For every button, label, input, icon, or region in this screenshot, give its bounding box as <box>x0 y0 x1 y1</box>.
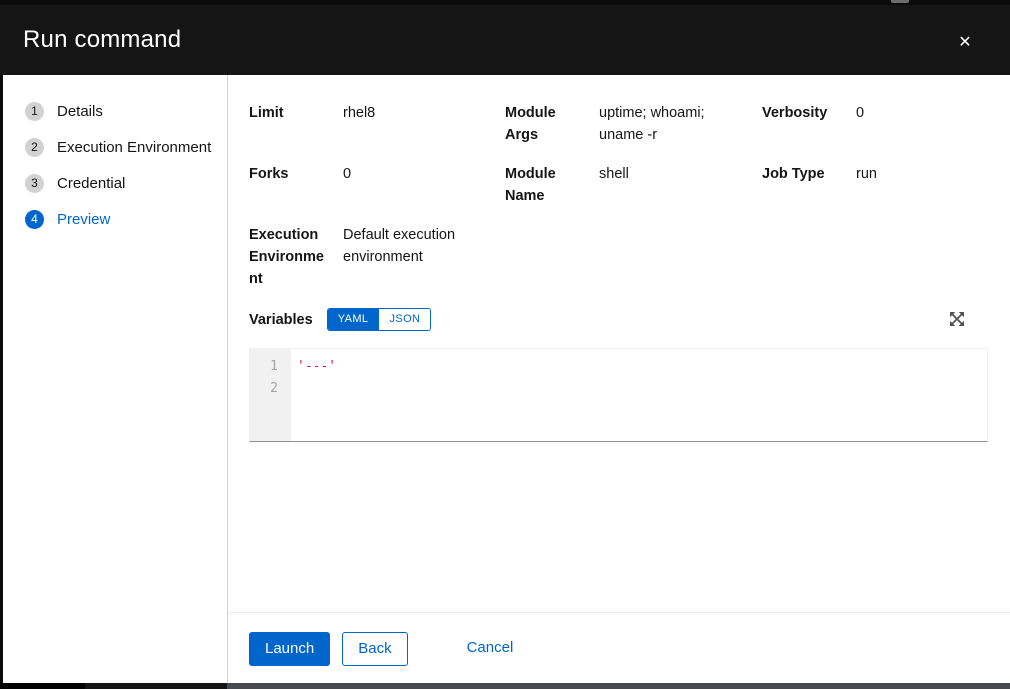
expand-arrows-icon[interactable] <box>948 311 966 329</box>
cancel-button[interactable]: Cancel <box>465 632 516 664</box>
wizard-content-column: Limit rhel8 Module Args uptime; whoami; … <box>228 75 1010 683</box>
wizard-step-execution-environment[interactable]: 2 Execution Environment <box>3 129 227 165</box>
detail-job-type: Job Type run <box>762 163 988 207</box>
step-label: Preview <box>57 211 110 228</box>
detail-label: Module Name <box>505 163 583 207</box>
preview-step-content: Limit rhel8 Module Args uptime; whoami; … <box>228 75 1010 612</box>
step-label: Execution Environment <box>57 139 211 156</box>
modal-body: 1 Details 2 Execution Environment 3 Cred… <box>3 75 1010 683</box>
wizard-step-details[interactable]: 1 Details <box>3 93 227 129</box>
close-icon[interactable]: ✕ <box>950 27 980 57</box>
detail-module-args: Module Args uptime; whoami; uname -r <box>505 102 762 146</box>
step-label: Details <box>57 103 103 120</box>
editor-line-number-gutter: 1 2 <box>250 349 291 441</box>
line-number: 2 <box>250 378 278 400</box>
json-toggle-button[interactable]: JSON <box>378 309 430 330</box>
detail-value: 0 <box>856 102 864 124</box>
detail-label: Forks <box>249 163 327 185</box>
back-button[interactable]: Back <box>342 632 407 666</box>
variables-label: Variables <box>249 312 313 328</box>
detail-value: run <box>856 163 877 185</box>
wizard-step-credential[interactable]: 3 Credential <box>3 165 227 201</box>
detail-value: Default execution environment <box>343 224 481 268</box>
wizard-step-preview[interactable]: 4 Preview <box>3 201 227 237</box>
step-label: Credential <box>57 175 125 192</box>
detail-value: 0 <box>343 163 351 185</box>
detail-verbosity: Verbosity 0 <box>762 102 988 146</box>
code-line: '---' <box>297 356 336 378</box>
background-page-fragment <box>891 0 909 3</box>
background-page-bottom-strip-black <box>0 683 85 689</box>
detail-label: Execution Environment <box>249 224 327 290</box>
variables-row: Variables YAML JSON <box>249 308 988 331</box>
step-number-badge: 1 <box>25 102 44 121</box>
line-number: 1 <box>250 356 278 378</box>
step-number-badge: 4 <box>25 210 44 229</box>
wizard-nav: 1 Details 2 Execution Environment 3 Cred… <box>3 75 228 683</box>
step-number-badge: 2 <box>25 138 44 157</box>
detail-label: Module Args <box>505 102 583 146</box>
modal-header: Run command ✕ <box>0 5 1010 75</box>
detail-module-name: Module Name shell <box>505 163 762 207</box>
step-number-badge: 3 <box>25 174 44 193</box>
detail-value: shell <box>599 163 629 185</box>
detail-execution-environment: Execution Environment Default execution … <box>249 224 505 290</box>
detail-label: Verbosity <box>762 102 840 124</box>
background-page-bottom-strip-dark <box>85 683 227 689</box>
detail-value: uptime; whoami; uname -r <box>599 102 737 146</box>
detail-label: Job Type <box>762 163 840 185</box>
editor-code-area[interactable]: '---' <box>291 349 336 441</box>
variables-code-editor[interactable]: 1 2 '---' <box>249 348 988 442</box>
detail-limit: Limit rhel8 <box>249 102 505 146</box>
yaml-json-toggle: YAML JSON <box>327 308 432 331</box>
launch-button[interactable]: Launch <box>249 632 330 666</box>
detail-forks: Forks 0 <box>249 163 505 207</box>
yaml-toggle-button[interactable]: YAML <box>328 309 379 330</box>
detail-value: rhel8 <box>343 102 375 124</box>
details-grid: Limit rhel8 Module Args uptime; whoami; … <box>249 102 988 290</box>
detail-label: Limit <box>249 102 327 124</box>
run-command-modal-screen: Run command ✕ 1 Details 2 Execution Envi… <box>0 0 1010 689</box>
modal-title: Run command <box>23 26 181 54</box>
wizard-footer: Launch Back Cancel <box>228 612 1010 683</box>
